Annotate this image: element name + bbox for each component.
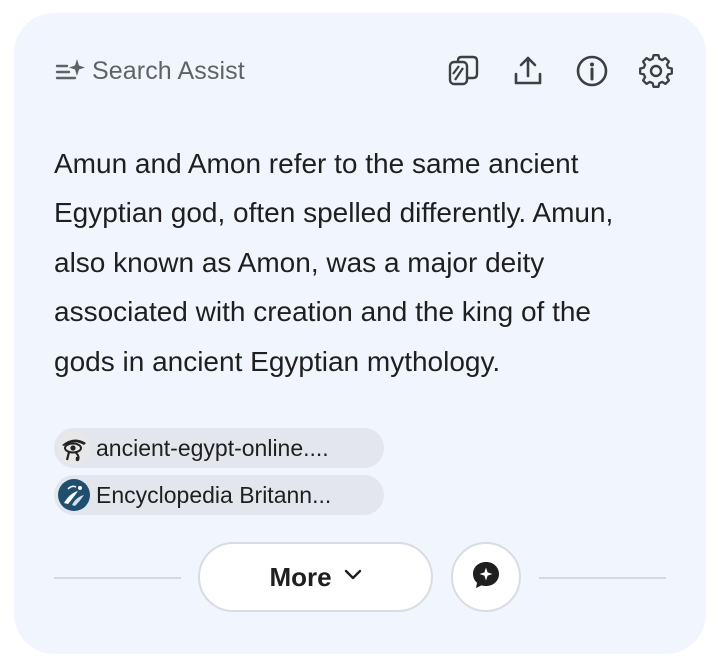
source-chip-britannica[interactable]: Encyclopedia Britann...	[54, 475, 384, 515]
brand: Search Assist	[54, 53, 245, 89]
chat-button[interactable]	[451, 542, 521, 612]
copy-icon[interactable]	[446, 53, 482, 89]
sparkle-list-icon	[54, 55, 86, 87]
info-icon[interactable]	[574, 53, 610, 89]
brand-title: Search Assist	[92, 56, 245, 85]
source-label: Encyclopedia Britann...	[96, 481, 332, 508]
eye-of-horus-icon	[58, 432, 90, 464]
answer-text: Amun and Amon refer to the same ancient …	[54, 148, 614, 377]
britannica-thistle-icon	[58, 479, 90, 511]
chat-sparkle-icon	[471, 560, 501, 595]
gear-icon[interactable]	[638, 53, 674, 89]
source-chip-ancient-egypt-online[interactable]: ancient-egypt-online....	[54, 428, 384, 468]
search-assist-card: Search Assist Amun and Amon refer to the…	[14, 13, 706, 654]
divider	[539, 577, 666, 579]
source-label: ancient-egypt-online....	[96, 434, 329, 461]
card-header: Search Assist	[54, 53, 674, 89]
more-button-label: More	[269, 561, 332, 592]
chevron-down-icon	[344, 568, 362, 586]
share-icon[interactable]	[510, 53, 546, 89]
more-button[interactable]: More	[198, 542, 433, 612]
header-tools	[418, 53, 674, 89]
divider	[54, 577, 181, 579]
